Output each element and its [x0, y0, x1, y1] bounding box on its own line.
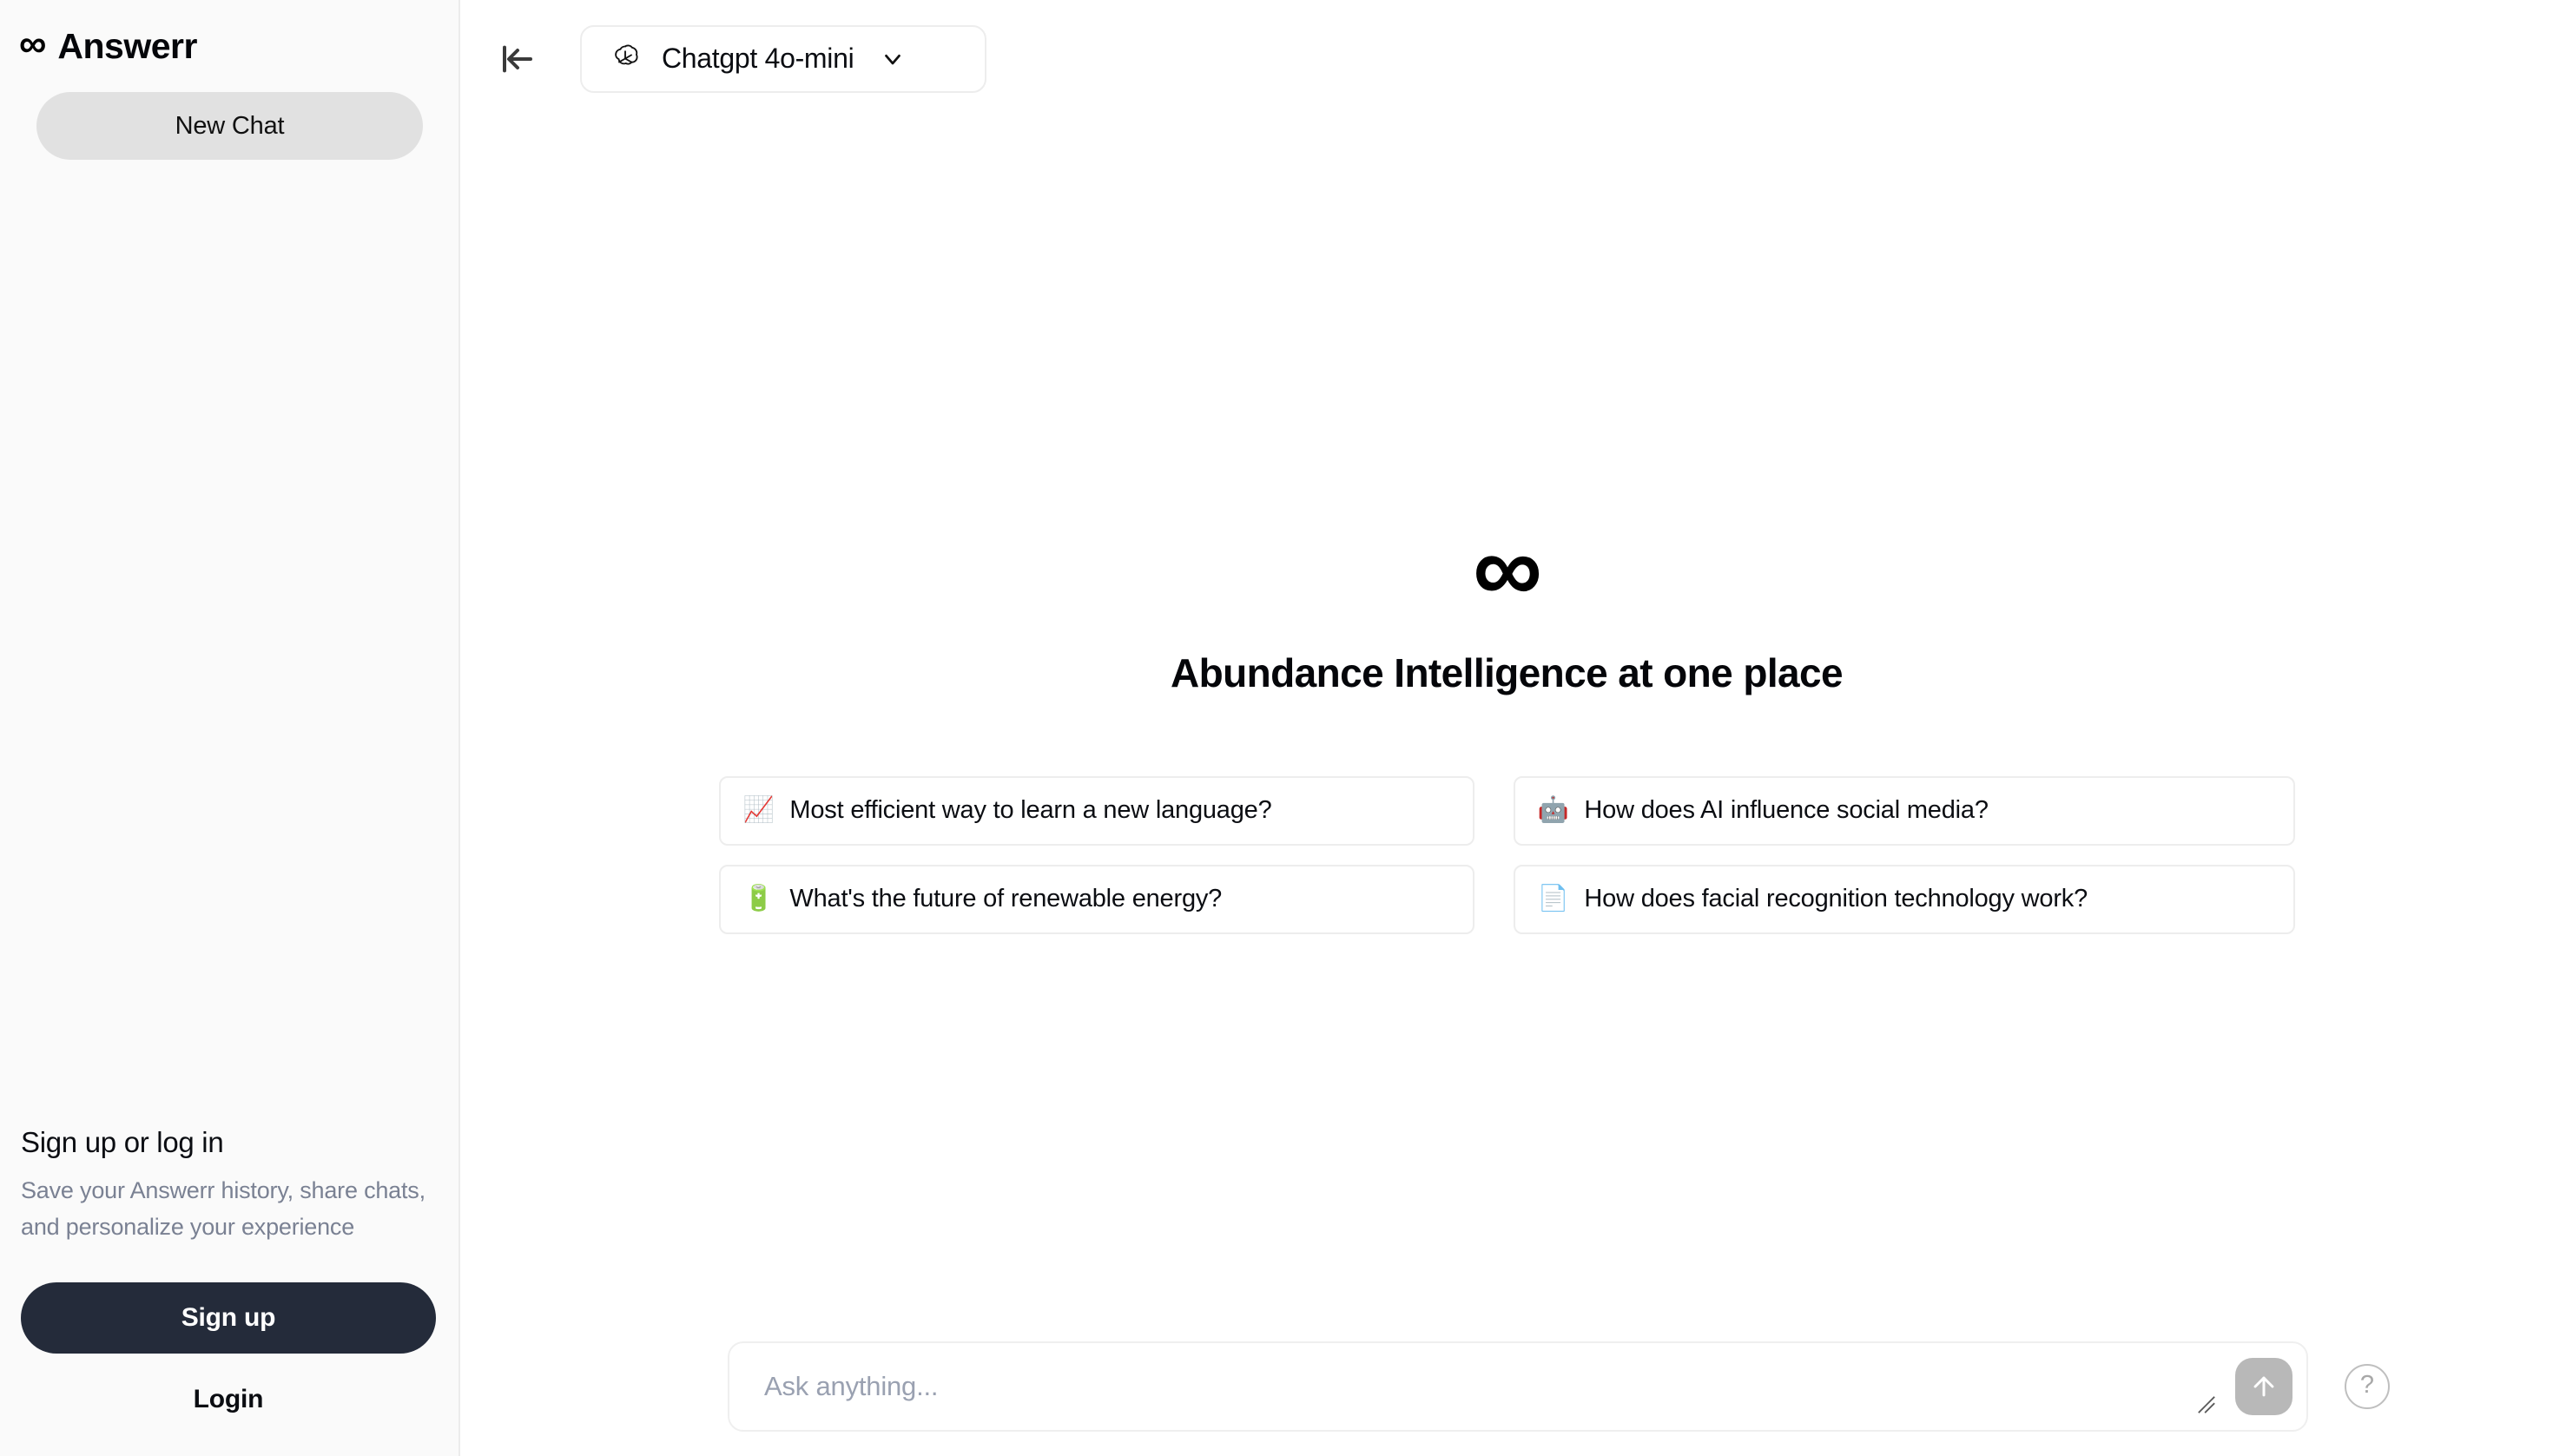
sidebar-chat-list	[0, 160, 458, 1126]
suggestion-card[interactable]: 📄 How does facial recognition technology…	[1513, 864, 2295, 934]
login-button[interactable]: Login	[21, 1378, 436, 1421]
send-button[interactable]	[2235, 1358, 2292, 1415]
suggestion-label: What's the future of renewable energy?	[789, 885, 1223, 913]
chat-input[interactable]	[764, 1371, 2193, 1402]
infinity-icon: ∞	[19, 23, 46, 65]
suggestion-label: How does AI influence social media?	[1584, 796, 1989, 825]
model-name: Chatgpt 4o-mini	[662, 43, 854, 74]
suggestion-card[interactable]: 🔋 What's the future of renewable energy?	[718, 864, 1474, 934]
model-selector[interactable]: Chatgpt 4o-mini	[580, 24, 986, 93]
auth-title: Sign up or log in	[21, 1126, 224, 1159]
suggestion-label: Most efficient way to learn a new langua…	[789, 796, 1272, 825]
resize-handle-icon[interactable]	[2197, 1395, 2216, 1414]
brand-name: Answerr	[57, 25, 197, 66]
auth-description: Save your Answerr history, share chats, …	[21, 1177, 426, 1241]
new-chat-container: New Chat	[0, 66, 458, 160]
auth-block: Sign up or log in Save your Answerr hist…	[0, 1126, 458, 1421]
suggestion-grid: 📈 Most efficient way to learn a new lang…	[718, 775, 2295, 934]
collapse-sidebar-icon[interactable]	[493, 35, 542, 83]
composer[interactable]	[728, 1341, 2308, 1432]
chart-increasing-icon: 📈	[742, 796, 775, 825]
sidebar: ∞ Answerr New Chat Sign up or log in Sav…	[0, 0, 460, 1456]
new-chat-button[interactable]: New Chat	[36, 92, 423, 160]
suggestion-label: How does facial recognition technology w…	[1584, 885, 2088, 913]
openai-logo-icon	[608, 42, 643, 76]
suggestion-card[interactable]: 🤖 How does AI influence social media?	[1513, 775, 2295, 846]
chevron-down-icon	[880, 46, 906, 72]
hero-section: ∞ Abundance Intelligence at one place 📈 …	[460, 117, 2553, 1456]
battery-icon: 🔋	[742, 885, 775, 913]
app-root: ∞ Answerr New Chat Sign up or log in Sav…	[0, 0, 2553, 1456]
hero-infinity-icon: ∞	[1473, 514, 1542, 623]
brand-logo[interactable]: ∞ Answerr	[0, 0, 458, 66]
robot-icon: 🤖	[1537, 796, 1569, 825]
composer-row: ?	[460, 1341, 2553, 1432]
sign-up-button[interactable]: Sign up	[21, 1282, 436, 1354]
topbar: Chatgpt 4o-mini	[460, 0, 2553, 117]
main-content: Chatgpt 4o-mini ∞ Abundance Intelligence…	[460, 0, 2553, 1456]
suggestion-card[interactable]: 📈 Most efficient way to learn a new lang…	[718, 775, 1474, 846]
page-icon: 📄	[1537, 885, 1569, 913]
page-title: Abundance Intelligence at one place	[1171, 649, 1844, 695]
help-button[interactable]: ?	[2345, 1364, 2390, 1409]
